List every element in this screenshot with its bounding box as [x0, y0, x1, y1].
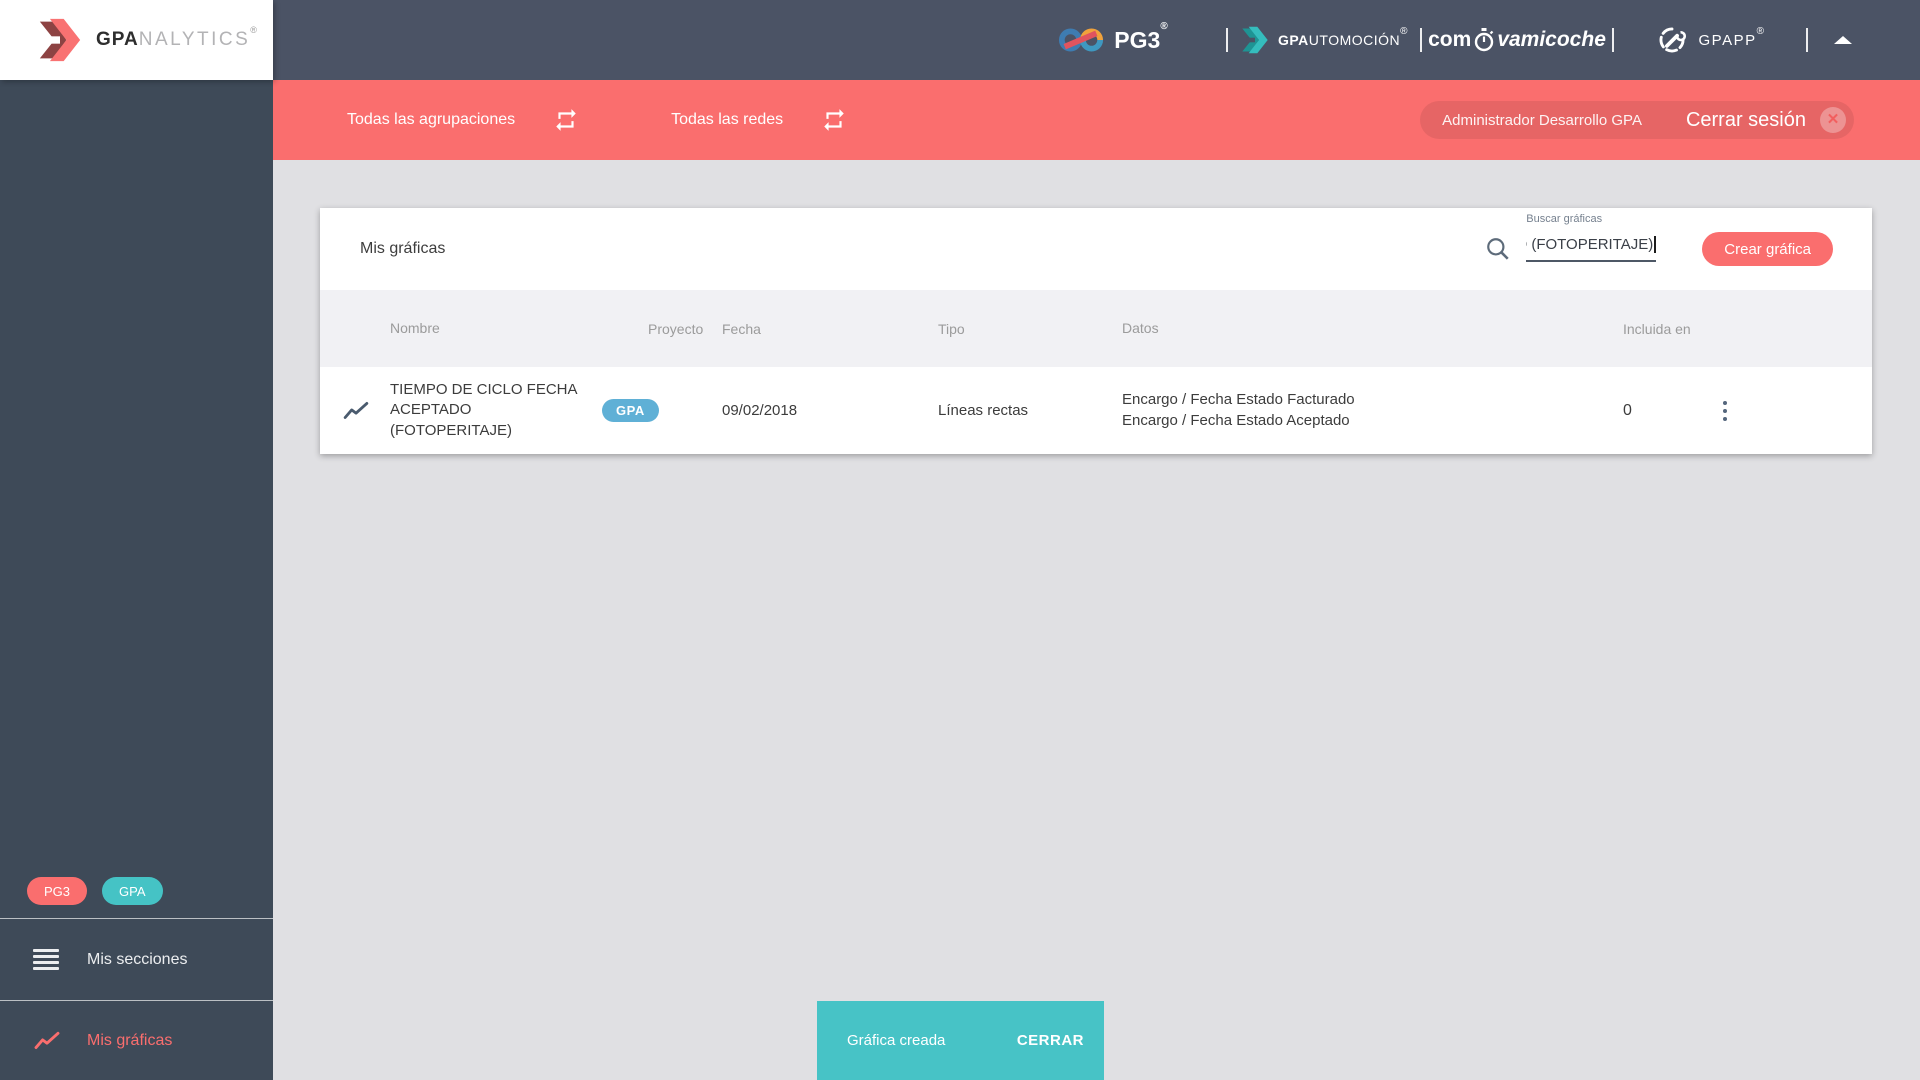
repeat-icon: [824, 109, 844, 131]
create-chart-button[interactable]: Crear gráfica: [1702, 232, 1833, 266]
sidebar-badge-gpa[interactable]: GPA: [102, 877, 163, 905]
row-type: Líneas rectas: [938, 402, 1029, 419]
card-header: Mis gráficas Buscar gráficas O (FOTOPERI…: [320, 208, 1872, 290]
sidebar-badges: PG3 GPA: [0, 877, 273, 918]
topbar: GPANALYTICS® PG3® GPAUTOMOCIÓN® com vami…: [0, 0, 1920, 80]
user-session-pill: Administrador Desarrollo GPA Cerrar sesi…: [1420, 101, 1854, 139]
logout-x-icon[interactable]: ✕: [1820, 107, 1846, 133]
project-badge: GPA: [602, 399, 659, 422]
search-input-value: O (FOTOPERITAJE): [1526, 236, 1654, 253]
page-title: Mis gráficas: [360, 240, 446, 257]
column-header-tipo: Tipo: [938, 320, 965, 337]
toast-snackbar: Gráfica creada CERRAR: [817, 1001, 1104, 1080]
sidebar-item-mis-graficas[interactable]: Mis gráficas: [0, 1000, 273, 1080]
search-icon[interactable]: [1485, 236, 1511, 262]
sidebar: PG3 GPA Mis secciones Mis gráficas: [0, 80, 273, 1080]
gpautomocion-arrow-icon: [1242, 26, 1268, 54]
sidebar-bottom: PG3 GPA Mis secciones Mis gráficas: [0, 877, 273, 1080]
column-header-fecha: Fecha: [722, 320, 761, 337]
sidebar-item-mis-secciones[interactable]: Mis secciones: [0, 918, 273, 1000]
brand-gpa: GPA: [96, 29, 139, 50]
row-included-count: 0: [1623, 401, 1632, 419]
line-chart-icon: [33, 1030, 61, 1052]
filter-groupings-label[interactable]: Todas las agrupaciones: [347, 111, 515, 129]
column-header-incluida-en: Incluida en: [1623, 320, 1691, 337]
comvamicoche-label: com vamicoche: [1428, 28, 1606, 52]
user-name: Administrador Desarrollo GPA: [1442, 111, 1642, 129]
row-data-line: Encargo / Fecha Estado Aceptado: [1122, 411, 1350, 429]
brand-nalytics: NALYTICS: [138, 29, 251, 50]
reorder-icon: [33, 949, 61, 970]
toast-close-button[interactable]: CERRAR: [1009, 1024, 1092, 1057]
brand-reg: ®: [250, 25, 257, 35]
topbar-app-links: PG3® GPAUTOMOCIÓN® com vamicoche GPAPP®: [1000, 0, 1880, 80]
app-link-gpautomocion[interactable]: GPAUTOMOCIÓN®: [1228, 0, 1420, 80]
sidebar-item-label: Mis secciones: [87, 950, 188, 968]
row-project: GPA: [602, 399, 722, 422]
column-header-nombre: Nombre: [390, 320, 440, 337]
pg3-label: PG3®: [1114, 20, 1168, 53]
charts-card: Mis gráficas Buscar gráficas O (FOTOPERI…: [320, 208, 1872, 454]
row-menu-kebab-icon[interactable]: [1717, 395, 1733, 427]
column-header-datos: Datos: [1122, 320, 1159, 337]
column-header-proyecto: Proyecto: [648, 320, 704, 337]
stopwatch-icon: [1475, 28, 1494, 52]
table-header: Nombre Proyecto Fecha Tipo Datos Incluid…: [320, 290, 1872, 367]
swap-groupings-button[interactable]: [553, 107, 579, 133]
brand-text: GPANALYTICS®: [96, 25, 257, 51]
brand-logo-box[interactable]: GPANALYTICS®: [0, 0, 273, 80]
topbar-collapse-block: [1808, 0, 1878, 80]
row-date: 09/02/2018: [722, 402, 798, 419]
search-input-label: Buscar gráficas: [1526, 213, 1603, 225]
gpautomocion-label: GPAUTOMOCIÓN®: [1277, 26, 1409, 48]
sidebar-item-label: Mis gráficas: [87, 1031, 173, 1049]
app-link-gpapp[interactable]: GPAPP®: [1614, 0, 1806, 80]
gpapp-label: GPAPP®: [1698, 25, 1766, 49]
sidebar-badge-pg3[interactable]: PG3: [27, 877, 88, 905]
row-data: Encargo / Fecha Estado Facturado Encargo…: [1122, 390, 1623, 431]
swap-networks-button[interactable]: [821, 107, 847, 133]
logout-button[interactable]: Cerrar sesión: [1686, 109, 1806, 132]
gpapp-wrench-icon: [1659, 27, 1686, 53]
app-link-comvamicoche[interactable]: com vamicoche: [1422, 0, 1612, 80]
search-input-value-wrap: O (FOTOPERITAJE): [1526, 236, 1657, 262]
table-row[interactable]: TIEMPO DE CICLO FECHA ACEPTADO (FOTOPERI…: [320, 367, 1872, 454]
filter-networks-label[interactable]: Todas las redes: [671, 111, 783, 129]
row-name: TIEMPO DE CICLO FECHA ACEPTADO (FOTOPERI…: [390, 381, 577, 439]
row-data-line: Encargo / Fecha Estado Facturado: [1122, 391, 1355, 409]
gpanalytics-arrow-icon: [39, 18, 81, 62]
search-input[interactable]: Buscar gráficas O (FOTOPERITAJE): [1526, 213, 1657, 262]
collapse-up-icon[interactable]: [1834, 36, 1852, 44]
toast-message: Gráfica creada: [847, 1032, 946, 1049]
row-chart-icon: [320, 400, 390, 422]
filter-bar: Todas las agrupaciones Todas las redes A…: [273, 80, 1920, 160]
text-caret: [1654, 236, 1657, 253]
repeat-icon: [556, 109, 576, 131]
pg3-infinity-icon: [1059, 28, 1104, 52]
header-controls: Buscar gráficas O (FOTOPERITAJE) Crear g…: [1485, 213, 1872, 266]
app-link-pg3[interactable]: PG3®: [1000, 0, 1226, 80]
